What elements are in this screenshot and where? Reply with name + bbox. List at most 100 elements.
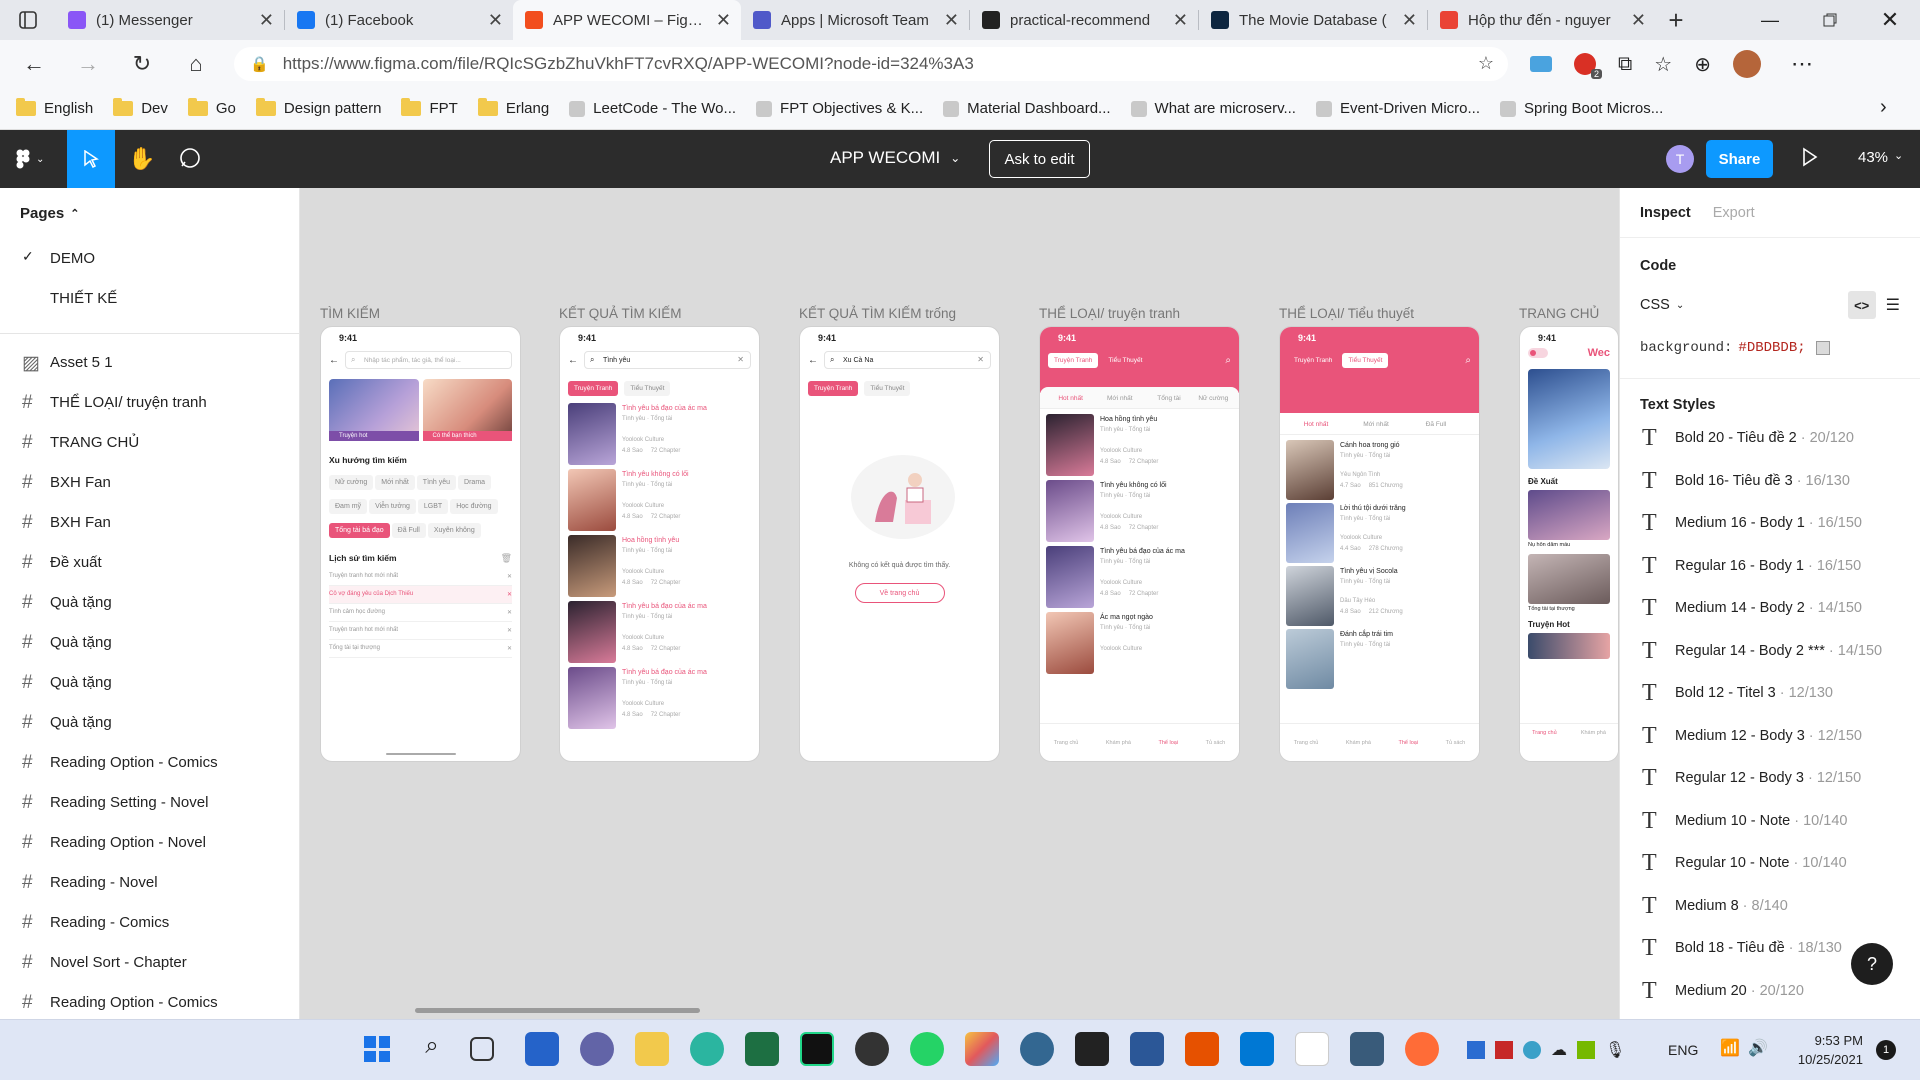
kite-icon[interactable] (965, 1032, 999, 1066)
bookmark-item[interactable]: Dev (113, 98, 168, 117)
postman-icon[interactable] (1405, 1032, 1439, 1066)
frame-empty-results[interactable]: 9:41 ← ⌕ Xu Cà Na ✕ Truyện Tranh Tiểu Th… (799, 326, 1000, 762)
browser-tab[interactable]: APP WECOMI – Figma ✕ (513, 0, 741, 40)
extensions-icon[interactable]: ⧉ (1618, 53, 1632, 76)
browser-tab[interactable]: (1) Messenger ✕ (56, 0, 284, 40)
bookmark-item[interactable]: Go (187, 98, 236, 117)
favorites-icon[interactable]: ☆ (1654, 52, 1672, 77)
volume-icon[interactable]: 🔊 (1748, 1038, 1768, 1058)
more-menu-icon[interactable]: ⋯ (1791, 51, 1813, 77)
text-style-item[interactable]: T Medium 12 - Body 3 · 12/150 (1620, 715, 1920, 758)
clock-time[interactable]: 9:53 PM (1783, 1031, 1863, 1050)
layer-item[interactable]: # TRANG CHỦ (0, 422, 299, 462)
bookmark-item[interactable]: Material Dashboard... (943, 100, 1111, 117)
tab-close-icon[interactable]: ✕ (1402, 10, 1417, 31)
present-icon[interactable] (1802, 147, 1818, 167)
frame-label[interactable]: THỂ LOẠI/ truyện tranh (1039, 306, 1180, 321)
tray-app-icon[interactable] (1495, 1041, 1513, 1059)
layer-item[interactable]: # Quà tặng (0, 582, 299, 622)
tray-app-icon[interactable] (1467, 1041, 1485, 1059)
canvas-scrollbar[interactable] (415, 1008, 700, 1013)
user-avatar[interactable]: T (1666, 145, 1694, 173)
bookmark-item[interactable]: FPT Objectives & K... (756, 100, 923, 117)
tab-close-icon[interactable]: ✕ (488, 10, 503, 31)
frame-label[interactable]: KẾT QUẢ TÌM KIẾM (559, 306, 682, 321)
nvidia-icon[interactable] (1577, 1041, 1595, 1059)
text-style-item[interactable]: T Medium 16 - Body 1 · 16/150 (1620, 502, 1920, 545)
text-style-item[interactable]: T Bold 20 - Tiêu đề 2 · 20/120 (1620, 417, 1920, 460)
layer-item[interactable]: # Reading Option - Novel (0, 822, 299, 862)
chevron-down-icon[interactable]: ⌄ (1676, 300, 1684, 311)
layer-item[interactable]: # Đề xuất (0, 542, 299, 582)
browser-tab[interactable]: (1) Facebook ✕ (285, 0, 513, 40)
bookmark-item[interactable]: English (16, 98, 93, 117)
new-tab-button[interactable]: + (1656, 5, 1696, 36)
close-window-button[interactable]: ✕ (1860, 7, 1920, 33)
maximize-button[interactable] (1800, 13, 1860, 27)
zoom-chevron-icon[interactable]: ⌄ (1894, 149, 1903, 166)
layer-item[interactable]: # Quà tặng (0, 662, 299, 702)
share-button[interactable]: Share (1706, 140, 1773, 178)
tab-export[interactable]: Export (1713, 205, 1755, 221)
layer-item[interactable]: # Novel Sort - Chapter (0, 942, 299, 982)
bookmark-item[interactable]: Design pattern (255, 98, 381, 117)
hand-tool-icon[interactable]: ✋ (128, 146, 155, 172)
layer-item[interactable]: # Reading - Comics (0, 902, 299, 942)
browser-tab[interactable]: practical-recommend ✕ (970, 0, 1198, 40)
notification-badge[interactable]: 1 (1876, 1040, 1896, 1060)
frame-search[interactable]: 9:41 ← ⌕ Nhập tác phẩm, tác giả, thể loạ… (320, 326, 521, 762)
ask-to-edit-button[interactable]: Ask to edit (989, 140, 1090, 178)
office-icon[interactable] (1185, 1032, 1219, 1066)
text-style-item[interactable]: T Bold 16- Tiêu đề 3 · 16/130 (1620, 460, 1920, 503)
bookmark-item[interactable]: What are microserv... (1130, 100, 1296, 117)
list-view-icon[interactable]: ☰ (1886, 295, 1900, 315)
frame-home[interactable]: 9:41 Wec Đề Xuất Nụ hôn dâm máu Tổng tài… (1519, 326, 1619, 762)
microphone-icon[interactable]: 🎙 (1605, 1040, 1625, 1060)
browser-tab[interactable]: The Movie Database (✕ (1199, 0, 1427, 40)
frame-label[interactable]: THỂ LOẠI/ Tiểu thuyết (1279, 306, 1414, 321)
back-icon[interactable]: ← (14, 44, 54, 84)
goland-icon[interactable] (855, 1032, 889, 1066)
frame-genre-novels[interactable]: 9:41 Truyện Tranh Tiểu Thuyết ⌕ Hot nhất… (1279, 326, 1480, 762)
page-item-demo[interactable]: ✓ DEMO (0, 238, 299, 278)
layer-item[interactable]: # Reading Option - Comics (0, 742, 299, 782)
layer-item[interactable]: # Reading Option - Comics (0, 982, 299, 1019)
bookmark-item[interactable]: LeetCode - The Wo... (569, 100, 736, 117)
bookmark-item[interactable]: Spring Boot Micros... (1500, 100, 1663, 117)
layer-item[interactable]: # BXH Fan (0, 502, 299, 542)
frame-search-results[interactable]: 9:41 ← ⌕ Tình yêu ✕ Truyện Tranh Tiểu Th… (559, 326, 760, 762)
tab-close-icon[interactable]: ✕ (1173, 10, 1188, 31)
page-item-thiet-ke[interactable]: THIẾT KẾ (0, 278, 299, 318)
collections-add-icon[interactable]: ⊕ (1694, 52, 1711, 77)
task-view-icon[interactable] (470, 1037, 494, 1061)
forward-icon[interactable]: → (68, 44, 108, 84)
rdp-icon[interactable] (1350, 1032, 1384, 1066)
browser-tab[interactable]: Hộp thư đến - nguyer ✕ (1428, 0, 1656, 40)
text-style-item[interactable]: T Regular 14 - Body 2 *** · 14/150 (1620, 630, 1920, 673)
text-style-item[interactable]: T Regular 16 - Body 1 · 16/150 (1620, 545, 1920, 588)
bookmarks-overflow-icon[interactable]: › (1880, 96, 1887, 119)
code-view-icon[interactable]: <> (1847, 291, 1876, 319)
design-canvas[interactable]: TÌM KIẾM KẾT QUẢ TÌM KIẾM KẾT QUẢ TÌM KI… (300, 188, 1619, 1019)
postgres-icon[interactable] (1020, 1032, 1054, 1066)
start-icon[interactable] (360, 1032, 394, 1066)
browser-tab[interactable]: Apps | Microsoft Team ✕ (741, 0, 969, 40)
text-style-item[interactable]: T Medium 8 · 8/140 (1620, 885, 1920, 928)
layer-item[interactable]: # Quà tặng (0, 702, 299, 742)
chevron-down-icon[interactable]: ⌄ (950, 151, 960, 165)
profile-avatar[interactable] (1732, 50, 1761, 78)
edge-icon[interactable] (690, 1032, 724, 1066)
tab-close-icon[interactable]: ✕ (1631, 10, 1646, 31)
layer-item[interactable]: # Reading Setting - Novel (0, 782, 299, 822)
onedrive-icon[interactable]: ☁ (1551, 1040, 1567, 1060)
layer-item[interactable]: # THỂ LOẠI/ truyện tranh (0, 382, 299, 422)
frame-label[interactable]: TÌM KIẾM (320, 306, 380, 321)
terminal-icon[interactable] (1075, 1032, 1109, 1066)
tray-app-icon[interactable] (1523, 1041, 1541, 1059)
layer-item[interactable]: # Reading - Novel (0, 862, 299, 902)
powershell-icon[interactable] (1130, 1032, 1164, 1066)
tab-inspect[interactable]: Inspect (1640, 205, 1691, 221)
bookmark-item[interactable]: FPT (401, 98, 458, 117)
bookmark-item[interactable]: Erlang (477, 98, 549, 117)
chevron-up-icon[interactable]: ⌃ (70, 207, 79, 220)
